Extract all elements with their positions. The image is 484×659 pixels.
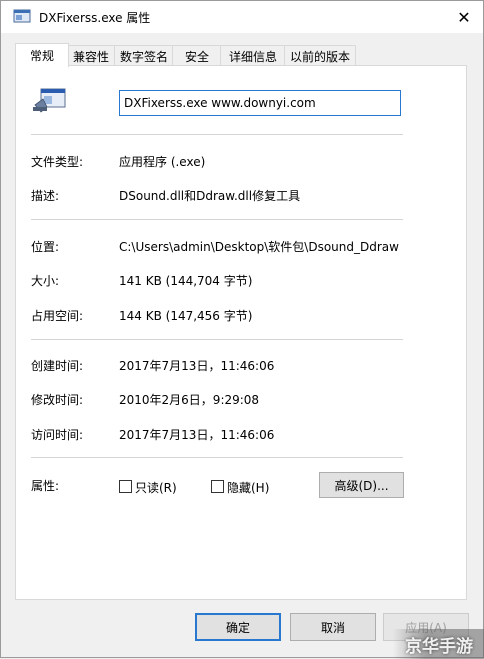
tab-previous-versions[interactable]: 以前的版本: [284, 45, 356, 66]
close-button[interactable]: ✕: [447, 1, 481, 33]
tab-general[interactable]: 常规: [15, 43, 69, 67]
tab-security[interactable]: 安全: [172, 45, 222, 66]
created-value: 2017年7月13日，11:46:06: [119, 359, 275, 373]
file-type-value: 应用程序 (.exe): [119, 155, 206, 169]
cancel-button[interactable]: 取消: [290, 613, 376, 641]
tab-digital-signatures[interactable]: 数字签名: [114, 45, 174, 66]
ok-button[interactable]: 确定: [195, 613, 281, 641]
separator: [31, 457, 403, 458]
description-label: 描述:: [31, 189, 60, 203]
readonly-checkbox-label[interactable]: 只读(R): [135, 479, 177, 496]
watermark: 京华手游: [393, 629, 484, 659]
tab-details[interactable]: 详细信息: [220, 45, 286, 66]
separator: [31, 219, 403, 220]
advanced-button[interactable]: 高级(D)...: [319, 472, 404, 498]
separator: [31, 339, 403, 340]
size-label: 大小:: [31, 274, 60, 288]
modified-label: 修改时间:: [31, 393, 84, 407]
application-icon: [33, 88, 66, 113]
hidden-checkbox-label[interactable]: 隐藏(H): [227, 479, 269, 496]
file-type-label: 文件类型:: [31, 155, 84, 169]
separator: [31, 134, 403, 135]
accessed-label: 访问时间:: [31, 428, 84, 442]
attributes-label: 属性:: [31, 479, 60, 493]
close-icon: ✕: [457, 7, 471, 27]
created-label: 创建时间:: [31, 359, 84, 373]
location-value: C:\Users\admin\Desktop\软件包\Dsound_Ddraw: [119, 240, 399, 254]
description-value: DSound.dll和Ddraw.dll修复工具: [119, 189, 301, 203]
title-bar[interactable]: DXFixerss.exe 属性 ✕: [1, 1, 483, 33]
readonly-checkbox[interactable]: [119, 480, 132, 493]
app-window-icon: [13, 9, 31, 23]
general-tab-panel: [15, 65, 467, 600]
accessed-value: 2017年7月13日，11:46:06: [119, 428, 275, 442]
hidden-checkbox[interactable]: [211, 480, 224, 493]
size-on-disk-value: 144 KB (147,456 字节): [119, 309, 253, 323]
location-label: 位置:: [31, 240, 60, 254]
file-name-input[interactable]: DXFixerss.exe www.downyi.com: [119, 90, 401, 116]
size-on-disk-label: 占用空间:: [31, 309, 84, 323]
size-value: 141 KB (144,704 字节): [119, 274, 253, 288]
tab-compatibility[interactable]: 兼容性: [66, 45, 116, 66]
window-title: DXFixerss.exe 属性: [39, 11, 151, 25]
modified-value: 2010年2月6日，9:29:08: [119, 393, 260, 407]
properties-window: DXFixerss.exe 属性 ✕ 常规 兼容性 数字签名 安全 详细信息 以…: [0, 0, 484, 659]
